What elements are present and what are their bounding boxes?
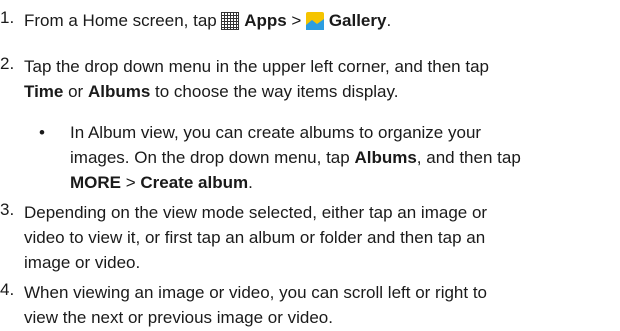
albums-label: Albums <box>354 148 417 167</box>
step-text-part: image or video. <box>24 253 141 272</box>
step-text-part: to choose the way items display. <box>150 82 399 101</box>
bullet-text-part: , and then tap <box>416 148 521 167</box>
more-label: MORE <box>70 173 121 192</box>
gallery-label: Gallery <box>328 11 387 30</box>
step-text-part: When viewing an image or video, you can … <box>24 283 488 302</box>
step-text-part: Depending on the view mode selected, eit… <box>24 203 488 222</box>
bullet-point: • <box>39 123 45 142</box>
step-text-part: or <box>63 82 88 101</box>
step-text: When viewing an image or video, you can … <box>24 280 612 330</box>
gallery-app-icon <box>306 12 325 37</box>
separator: > <box>121 173 141 192</box>
step-number: 3. <box>0 200 15 219</box>
step-number: 1. <box>0 8 15 27</box>
bullet-text: In Album view, you can create albums to … <box>70 120 618 195</box>
bullet-text-part: . <box>248 173 253 192</box>
step-text-part: video to view it, or first tap an album … <box>24 228 486 247</box>
bullet-text-part: In Album view, you can create albums to … <box>70 123 482 142</box>
step-text: Tap the drop down menu in the upper left… <box>24 54 612 104</box>
step-text-part: view the next or previous image or video… <box>24 308 333 327</box>
step-text-part: Tap the drop down menu in the upper left… <box>24 57 489 76</box>
albums-label: Albums <box>87 82 151 101</box>
step-text: Depending on the view mode selected, eit… <box>24 200 612 275</box>
create-album-label: Create album <box>140 173 249 192</box>
apps-grid-icon <box>221 12 240 37</box>
step-number: 4. <box>0 280 15 299</box>
instruction-document: 1. From a Home screen, tap Apps > Galler… <box>0 0 620 331</box>
separator: > <box>286 11 307 30</box>
step-number: 2. <box>0 54 15 73</box>
apps-label: Apps <box>244 11 287 30</box>
time-label: Time <box>24 82 64 101</box>
step-text-part: From a Home screen, tap <box>24 11 222 30</box>
step-text: From a Home screen, tap Apps > Gallery. <box>24 8 612 37</box>
step-text-part: . <box>386 11 392 30</box>
bullet-text-part: images. On the drop down menu, tap <box>70 148 355 167</box>
